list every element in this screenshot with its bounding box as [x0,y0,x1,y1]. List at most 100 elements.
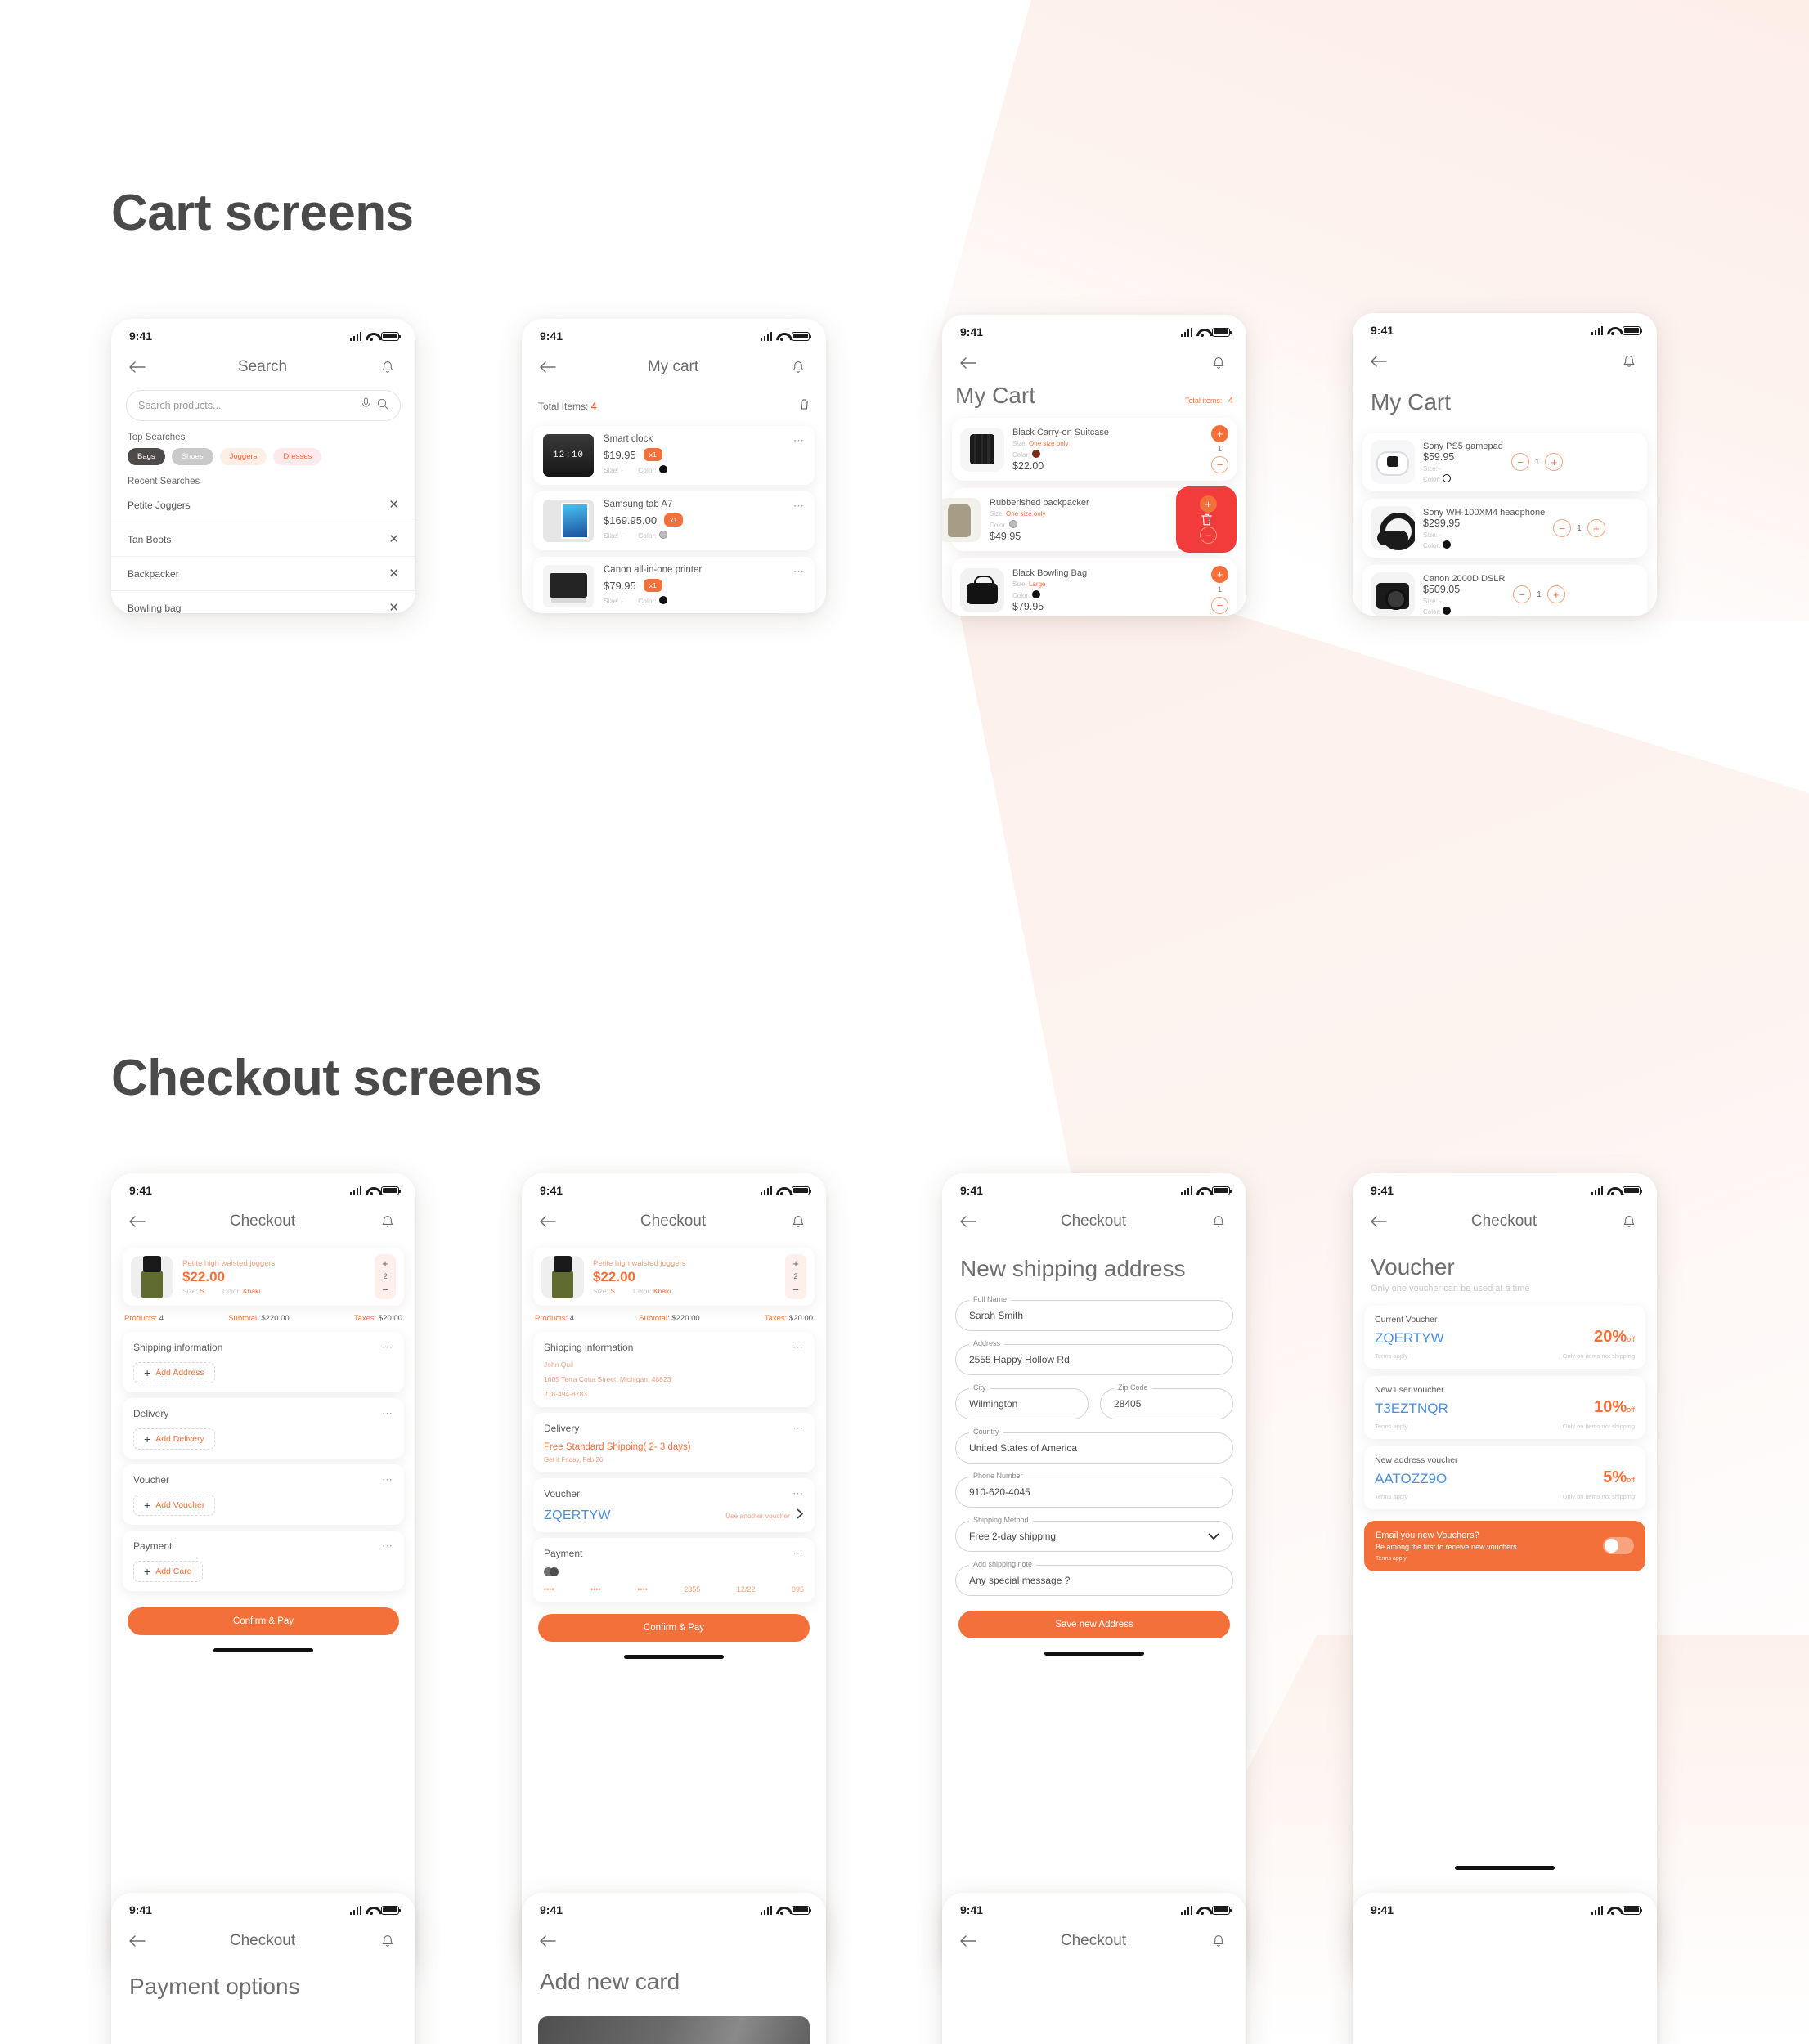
close-icon[interactable]: ✕ [388,567,399,580]
chip-joggers[interactable]: Joggers [219,448,267,465]
back-arrow-icon[interactable] [958,353,978,373]
full-name-field[interactable]: Full Name Sarah Smith [955,1295,1233,1331]
quantity-stepper[interactable]: − 1 + [1513,585,1565,603]
quantity-stepper[interactable]: + 1 − [1211,566,1228,614]
chevron-down-icon[interactable] [1208,1531,1219,1543]
back-arrow-icon[interactable] [128,1212,147,1231]
email-vouchers-toggle[interactable] [1603,1537,1634,1555]
decrease-quantity-button[interactable]: − [1510,453,1529,471]
decrease-quantity-button[interactable]: − [1200,527,1217,544]
chevron-right-icon[interactable] [797,1508,804,1523]
quantity-stepper[interactable]: + 2 − [375,1254,396,1299]
recent-search-item[interactable]: Tan Boots ✕ [111,522,415,557]
quantity-stepper[interactable]: + 1 − [1211,425,1228,473]
more-options-icon[interactable]: ⋯ [382,1473,393,1486]
cart-item-row[interactable]: Smart clock $19.95 x1 Size: - Color: ⋯ [533,426,815,485]
increase-quantity-button[interactable]: + [1200,495,1217,513]
cart-item-row[interactable]: Samsung tab A7 $169.95.00 x1 Size: - Col… [533,491,815,550]
use-another-voucher-link[interactable]: Use another voucher [725,1512,790,1520]
checkout-product-row[interactable]: Petite high waisted joggers $22.00 Size:… [123,1248,404,1306]
back-arrow-icon[interactable] [538,357,558,377]
decrease-quantity-button[interactable]: − [382,1284,388,1295]
mic-icon[interactable] [361,397,370,414]
search-input[interactable]: Search products... [126,390,401,421]
checkout-product-row[interactable]: Petite high waisted joggers $22.00 Size:… [533,1248,815,1306]
save-new-address-button[interactable]: Save new Address [958,1611,1230,1638]
more-options-icon[interactable]: ⋯ [793,500,805,513]
decrease-quantity-button[interactable]: − [1211,456,1228,473]
cart-item-row[interactable]: Canon 2000D DSLR $509.05 Size: - Color: … [1362,565,1647,616]
back-arrow-icon[interactable] [128,357,147,377]
bell-icon[interactable] [1209,1212,1228,1231]
back-arrow-icon[interactable] [958,1212,978,1231]
chip-dresses[interactable]: Dresses [273,448,322,465]
add-delivery-button[interactable]: + Add Delivery [133,1428,215,1450]
voucher-card[interactable]: Current Voucher ZQERTYW 20%off Terms app… [1364,1306,1645,1369]
back-arrow-icon[interactable] [1369,352,1389,371]
city-field[interactable]: City Wilmington [955,1383,1089,1419]
recent-search-item[interactable]: Bowling bag ✕ [111,591,415,613]
back-arrow-icon[interactable] [958,1931,978,1951]
more-options-icon[interactable]: ⋯ [793,565,805,578]
zip-code-field[interactable]: Zip Code 28405 [1100,1383,1233,1419]
bell-icon[interactable] [788,1212,808,1231]
more-options-icon[interactable]: ⋯ [792,1341,804,1354]
bell-icon[interactable] [788,357,808,377]
quantity-stepper[interactable]: + 2 − [785,1254,806,1299]
bell-icon[interactable] [378,1212,397,1231]
recent-search-item[interactable]: Petite Joggers ✕ [111,488,415,522]
shipping-method-select[interactable]: Shipping Method Free 2-day shipping [955,1516,1233,1552]
increase-quantity-button[interactable]: + [1546,585,1565,603]
back-arrow-icon[interactable] [538,1212,558,1231]
cart-item-row[interactable]: Sony PS5 gamepad $59.95 Size: - Color: −… [1362,433,1647,491]
cart-item-row[interactable]: Canon all-in-one printer $79.95 x1 Size:… [533,557,815,613]
more-options-icon[interactable]: ⋯ [382,1341,393,1354]
decrease-quantity-button[interactable]: − [792,1284,799,1295]
shipping-note-field[interactable]: Add shipping note Any special message ? [955,1560,1233,1596]
add-voucher-button[interactable]: + Add Voucher [133,1495,216,1516]
more-options-icon[interactable]: ⋯ [382,1540,393,1553]
confirm-and-pay-button[interactable]: Confirm & Pay [128,1607,399,1635]
increase-quantity-button[interactable]: + [1587,519,1605,537]
add-address-button[interactable]: + Add Address [133,1362,215,1383]
bell-icon[interactable] [1209,1931,1228,1951]
close-icon[interactable]: ✕ [388,602,399,613]
decrease-quantity-button[interactable]: − [1513,585,1532,603]
back-arrow-icon[interactable] [538,1931,558,1951]
bell-icon[interactable] [1209,353,1228,373]
decrease-quantity-button[interactable]: − [1553,519,1572,537]
increase-quantity-button[interactable]: + [382,1258,388,1269]
country-field[interactable]: Country United States of America [955,1428,1233,1464]
decrease-quantity-button[interactable]: − [1211,597,1228,614]
bell-icon[interactable] [378,357,397,377]
quantity-stepper[interactable]: − 1 + [1553,519,1605,537]
chip-bags[interactable]: Bags [128,448,165,465]
address-field[interactable]: Address 2555 Happy Hollow Rd [955,1339,1233,1375]
back-arrow-icon[interactable] [128,1931,147,1951]
voucher-card[interactable]: New address voucher AATOZZ9O 5%off Terms… [1364,1446,1645,1509]
increase-quantity-button[interactable]: + [1211,425,1228,442]
phone-number-field[interactable]: Phone Number 910-620-4045 [955,1472,1233,1508]
recent-search-item[interactable]: Backpacker ✕ [111,557,415,591]
confirm-and-pay-button[interactable]: Confirm & Pay [538,1614,810,1642]
bell-icon[interactable] [378,1931,397,1951]
more-options-icon[interactable]: ⋯ [793,434,805,447]
more-options-icon[interactable]: ⋯ [792,1487,804,1500]
delete-all-icon[interactable] [799,398,810,415]
increase-quantity-button[interactable]: + [792,1258,799,1269]
cart-item-row[interactable]: Sony WH-100XM4 headphone $299.95 Size: -… [1362,499,1647,558]
quantity-stepper[interactable]: − 1 + [1510,453,1564,471]
increase-quantity-button[interactable]: + [1211,566,1228,583]
voucher-card[interactable]: New user voucher T3EZTNQR 10%off Terms a… [1364,1376,1645,1439]
search-icon[interactable] [377,398,388,414]
close-icon[interactable]: ✕ [388,533,399,545]
chip-shoes[interactable]: Shoes [171,448,213,465]
close-icon[interactable]: ✕ [388,499,399,511]
bell-icon[interactable] [1619,352,1639,371]
more-options-icon[interactable]: ⋯ [792,1547,804,1560]
quantity-stepper[interactable]: + 1 − [1200,495,1217,544]
increase-quantity-button[interactable]: + [1545,453,1564,471]
more-options-icon[interactable]: ⋯ [382,1407,393,1420]
bell-icon[interactable] [1619,1212,1639,1231]
back-arrow-icon[interactable] [1369,1212,1389,1231]
